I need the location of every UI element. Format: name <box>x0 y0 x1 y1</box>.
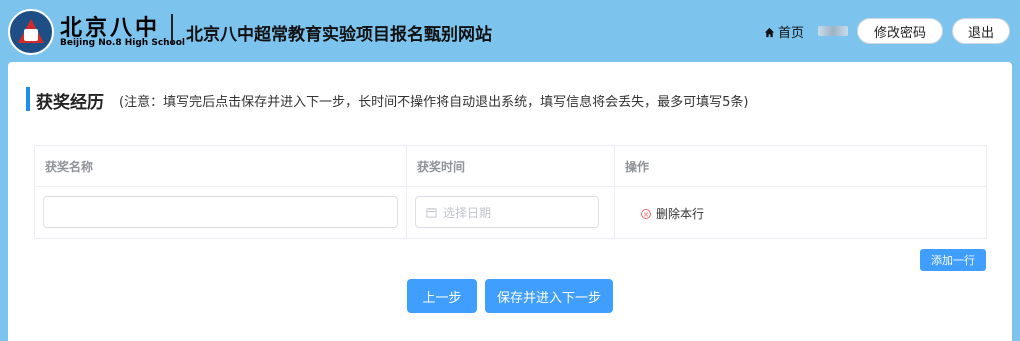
main-card: 获奖经历 (注意：填写完后点击保存并进入下一步，长时间不操作将自动退出系统，填写… <box>8 62 1012 341</box>
award-date-picker[interactable]: 选择日期 <box>415 196 599 228</box>
site-title: 北京八中超常教育实验项目报名甄别网站 <box>186 25 492 45</box>
header-divider <box>171 14 173 44</box>
section-title: 获奖经历 <box>36 93 104 113</box>
logo-text-english: Beijing No.8 High School <box>60 38 186 48</box>
delete-row-label: 删除本行 <box>656 207 705 221</box>
change-password-button[interactable]: 修改密码 <box>857 18 943 44</box>
column-award-name: 获奖名称 <box>35 146 407 238</box>
column-header-award-name: 获奖名称 <box>45 160 94 174</box>
column-actions: 操作 × 删除本行 <box>615 146 988 238</box>
save-and-next-button[interactable]: 保存并进入下一步 <box>485 279 613 313</box>
column-header-actions: 操作 <box>625 160 650 174</box>
column-header-award-date: 获奖时间 <box>417 160 466 174</box>
add-row-button[interactable]: 添加一行 <box>920 249 986 271</box>
awards-table: 获奖名称 获奖时间 选择日期 操作 × 删除本行 <box>34 145 987 239</box>
home-link[interactable]: 首页 <box>764 22 804 42</box>
calendar-icon <box>426 207 437 218</box>
award-name-input[interactable] <box>43 196 398 228</box>
delete-row-button[interactable]: × 删除本行 <box>641 205 704 222</box>
close-circle-icon: × <box>641 208 651 219</box>
username-blurred <box>818 26 848 36</box>
section-note: (注意：填写完后点击保存并进入下一步，长时间不操作将自动退出系统，填写信息将会丢… <box>119 95 749 110</box>
section-accent-bar <box>26 87 30 111</box>
column-award-date: 获奖时间 选择日期 <box>407 146 615 238</box>
previous-step-button[interactable]: 上一步 <box>407 279 477 313</box>
top-header: 北京八中 Beijing No.8 High School 北京八中超常教育实验… <box>0 0 1020 62</box>
school-emblem-logo <box>8 9 54 55</box>
date-placeholder: 选择日期 <box>443 205 492 220</box>
home-icon <box>764 27 775 42</box>
home-link-label: 首页 <box>778 26 805 41</box>
logout-button[interactable]: 退出 <box>952 18 1010 44</box>
